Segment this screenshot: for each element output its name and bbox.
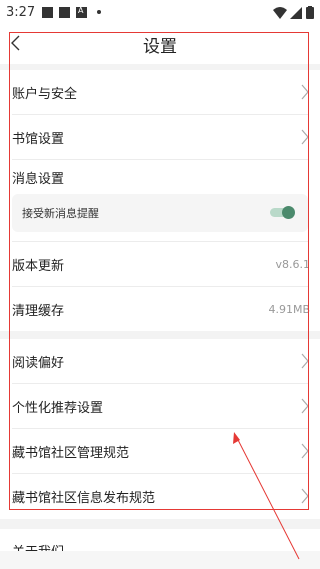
receive-new-message-reminder: 接受新消息提醒 [12,194,308,232]
row-label: 清理缓存 [12,303,65,319]
battery-icon [306,6,314,19]
gallery-notification-icon [59,6,70,18]
status-right-icons [273,6,314,19]
row-label: 账户与安全 [12,86,78,102]
row-label: 藏书馆社区管理规范 [12,445,130,461]
version-value: v8.6.1 [275,257,311,271]
row-label: 消息设置 [12,171,65,187]
section-gap [0,331,320,339]
section-gap [0,519,320,529]
settings-row-version-update[interactable]: 版本更新 v8.6.1 [0,242,320,286]
chevron-right-icon [301,84,309,100]
bottom-bar-area [0,551,320,569]
chevron-right-icon [301,443,309,459]
settings-row-personalized-recommendation[interactable]: 个性化推荐设置 [0,384,320,428]
settings-row-message: 消息设置 [0,160,320,194]
settings-row-clear-cache[interactable]: 清理缓存 4.91MB [0,287,320,331]
chevron-right-icon [301,398,309,414]
row-label: 个性化推荐设置 [12,400,104,416]
row-label: 接受新消息提醒 [22,207,99,220]
settings-row-community-publishing-rules[interactable]: 藏书馆社区信息发布规范 [0,474,320,518]
page-title: 设置 [143,37,177,57]
header: 设置 [0,24,320,64]
status-bar: 3:27 [0,0,320,24]
app-notification-icon [76,6,87,18]
chevron-right-icon [301,488,309,504]
settings-row-library[interactable]: 书馆设置 [0,115,320,159]
more-notifications-dot-icon [97,10,101,14]
toggle-knob [282,206,295,219]
cache-size-value: 4.91MB [268,302,310,316]
signal-icon [290,6,302,19]
settings-row-community-management-rules[interactable]: 藏书馆社区管理规范 [0,429,320,473]
status-time: 3:27 [6,4,36,20]
wifi-icon [273,6,287,19]
row-label: 阅读偏好 [12,355,65,371]
row-label: 书馆设置 [12,131,65,147]
reminder-toggle[interactable] [270,206,295,219]
chevron-right-icon [301,353,309,369]
settings-row-reading-preference[interactable]: 阅读偏好 [0,339,320,383]
row-label: 藏书馆社区信息发布规范 [12,490,156,506]
image-notification-icon [42,6,53,18]
row-label: 版本更新 [12,258,65,274]
chevron-right-icon [301,129,309,145]
settings-row-account-security[interactable]: 账户与安全 [0,70,320,114]
